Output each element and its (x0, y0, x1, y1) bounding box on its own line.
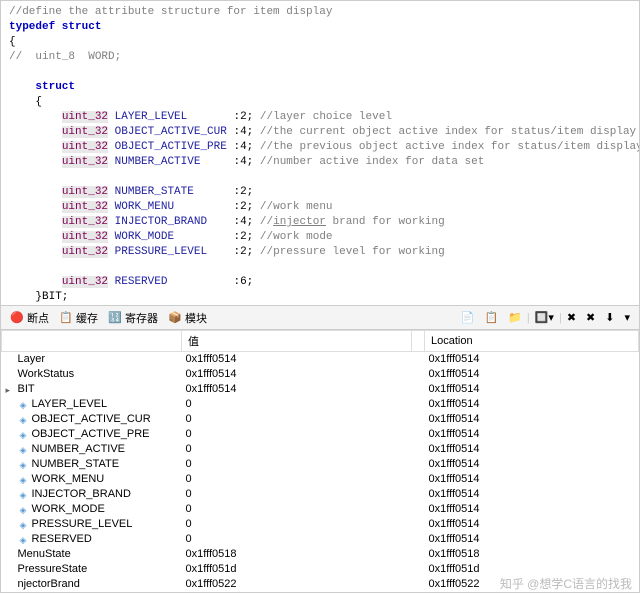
code-line: struct (9, 80, 631, 95)
table-row[interactable]: njectorBrand0x1fff05220x1fff0522 (2, 577, 639, 592)
col-value[interactable]: 值 (182, 331, 412, 352)
col-location[interactable]: Location (425, 331, 639, 352)
code-line: // uint_8 WORD; (9, 50, 631, 65)
code-line: uint_32 NUMBER_STATE :2; (9, 185, 631, 200)
field-icon (6, 370, 15, 379)
breakpoint-icon: 🔴 (10, 311, 24, 325)
field-icon: ◈ (20, 445, 29, 454)
table-row[interactable]: ▸BIT0x1fff05140x1fff0514 (2, 382, 639, 397)
field-icon: ◈ (20, 400, 29, 409)
table-row[interactable]: ◈OBJECT_ACTIVE_PRE00x1fff0514 (2, 427, 639, 442)
table-row[interactable]: ◈WORK_MENU00x1fff0514 (2, 472, 639, 487)
code-line: uint_32 WORK_MODE :2; //work mode (9, 230, 631, 245)
debug-toolbar: 🔴断点 📋缓存 🔢寄存器 📦模块 📄 📋 📁 | 🔲▾ | ✖ ✖ ⬇ ▾ (0, 306, 640, 330)
code-line: { (9, 95, 631, 110)
table-row[interactable]: ◈OBJECT_ACTIVE_CUR00x1fff0514 (2, 412, 639, 427)
table-row[interactable]: ◈NUMBER_STATE00x1fff0514 (2, 457, 639, 472)
code-line: uint_32 RESERVED :6; (9, 275, 631, 290)
watch-table[interactable]: 值 Location Layer0x1fff05140x1fff0514Work… (0, 330, 640, 593)
table-row[interactable]: MenuState0x1fff05180x1fff0518 (2, 547, 639, 562)
code-line: uint_32 PRESSURE_LEVEL :2; //pressure le… (9, 245, 631, 260)
registers-icon: 🔢 (108, 311, 122, 325)
col-sep (412, 331, 425, 352)
code-line: uint_32 NUMBER_ACTIVE :4; //number activ… (9, 155, 631, 170)
field-icon (6, 565, 15, 574)
code-line (9, 65, 631, 80)
modules-tab[interactable]: 📦模块 (163, 308, 212, 328)
field-icon: ◈ (20, 460, 29, 469)
table-row[interactable]: Layer0x1fff05140x1fff0514 (2, 352, 639, 367)
cache-tab[interactable]: 📋缓存 (54, 308, 103, 328)
table-row[interactable]: ◈RESERVED00x1fff0514 (2, 532, 639, 547)
table-row[interactable]: ◈WORK_MODE00x1fff0514 (2, 502, 639, 517)
modules-icon: 📦 (168, 311, 182, 325)
code-line: }BIT; (9, 290, 631, 305)
tool-icon[interactable]: 📁 (503, 309, 527, 326)
tool-icon[interactable]: ⬇ (600, 309, 619, 326)
menu-icon[interactable]: ▾ (619, 309, 635, 326)
registers-tab[interactable]: 🔢寄存器 (103, 308, 163, 328)
field-icon: ◈ (20, 535, 29, 544)
field-icon: ◈ (20, 415, 29, 424)
code-line: { (9, 35, 631, 50)
code-editor[interactable]: //define the attribute structure for ite… (0, 0, 640, 306)
code-line: uint_32 OBJECT_ACTIVE_PRE :4; //the prev… (9, 140, 631, 155)
field-icon: ◈ (20, 430, 29, 439)
cache-icon: 📋 (59, 311, 73, 325)
code-line: //define the attribute structure for ite… (9, 5, 631, 20)
table-row[interactable]: PressureState0x1fff051d0x1fff051d (2, 562, 639, 577)
field-icon: ◈ (20, 520, 29, 529)
field-icon (6, 355, 15, 364)
table-row[interactable]: WorkStatus0x1fff05140x1fff0514 (2, 367, 639, 382)
tool-icon[interactable]: ✖ (562, 309, 581, 326)
table-row[interactable]: ◈NUMBER_ACTIVE00x1fff0514 (2, 442, 639, 457)
field-icon: ◈ (20, 505, 29, 514)
tool-icon[interactable]: ✖ (581, 309, 600, 326)
code-line: uint_32 WORK_MENU :2; //work menu (9, 200, 631, 215)
table-row[interactable]: ◈PRESSURE_LEVEL00x1fff0514 (2, 517, 639, 532)
expand-icon[interactable]: ▸ (6, 385, 15, 394)
tool-icon[interactable]: 📋 (479, 309, 503, 326)
field-icon: ◈ (20, 490, 29, 499)
code-line: typedef struct (9, 20, 631, 35)
code-line: uint_32 LAYER_LEVEL :2; //layer choice l… (9, 110, 631, 125)
breakpoints-tab[interactable]: 🔴断点 (5, 308, 54, 328)
tool-icon[interactable]: 🔲▾ (530, 309, 559, 326)
col-name[interactable] (2, 331, 182, 352)
table-row[interactable]: ◈INJECTOR_BRAND00x1fff0514 (2, 487, 639, 502)
table-row[interactable]: ◈LAYER_LEVEL00x1fff0514 (2, 397, 639, 412)
code-line: uint_32 OBJECT_ACTIVE_CUR :4; //the curr… (9, 125, 631, 140)
field-icon: ◈ (20, 475, 29, 484)
code-line: uint_32 INJECTOR_BRAND :4; //injector br… (9, 215, 631, 230)
field-icon (6, 580, 15, 589)
code-line (9, 170, 631, 185)
field-icon (6, 550, 15, 559)
code-line (9, 260, 631, 275)
tool-icon[interactable]: 📄 (456, 309, 480, 326)
